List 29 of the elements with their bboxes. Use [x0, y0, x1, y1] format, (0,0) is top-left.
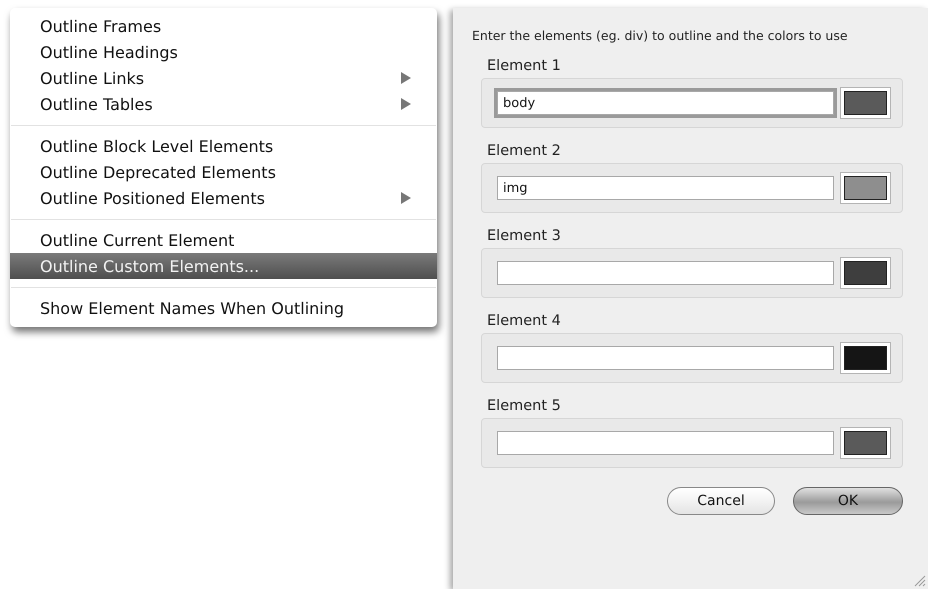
menu-item[interactable]: Outline Tables [10, 91, 437, 117]
color-swatch[interactable] [840, 87, 891, 119]
element-label: Element 2 [487, 143, 562, 159]
color-swatch[interactable] [840, 172, 891, 204]
resize-grip-icon[interactable] [914, 575, 926, 587]
color-swatch[interactable] [840, 257, 891, 289]
menu-item[interactable]: Outline Deprecated Elements [10, 159, 437, 185]
dialog-button[interactable]: Cancel [667, 487, 775, 515]
input-field[interactable]: body [497, 91, 834, 115]
menu-item[interactable]: Outline Block Level Elements [10, 133, 437, 159]
element-label: Element 3 [487, 228, 562, 244]
element-label: Element 4 [487, 313, 562, 329]
menu-item[interactable]: Outline Positioned Elements [10, 185, 437, 211]
input-field[interactable] [497, 346, 834, 370]
menu-item[interactable]: Outline Frames [10, 13, 437, 39]
input-field[interactable] [497, 431, 834, 455]
input-field[interactable] [497, 261, 834, 285]
input-field[interactable]: img [497, 176, 834, 200]
element-label: Element 5 [487, 398, 562, 414]
menu-item[interactable]: Outline Current Element [10, 227, 437, 253]
color-swatch[interactable] [840, 342, 891, 374]
dialog-button[interactable]: OK [793, 487, 903, 515]
instruction-text: Enter the elements (eg. div) to outline and the colors to use [472, 28, 849, 43]
menu-item[interactable]: Outline Custom Elements... [10, 253, 437, 279]
menu-item[interactable]: Outline Headings [10, 39, 437, 65]
menu-item[interactable]: Outline Links [10, 65, 437, 91]
menu-item[interactable]: Show Element Names When Outlining [10, 295, 437, 321]
element-label: Element 1 [487, 58, 562, 74]
color-swatch[interactable] [840, 427, 891, 459]
